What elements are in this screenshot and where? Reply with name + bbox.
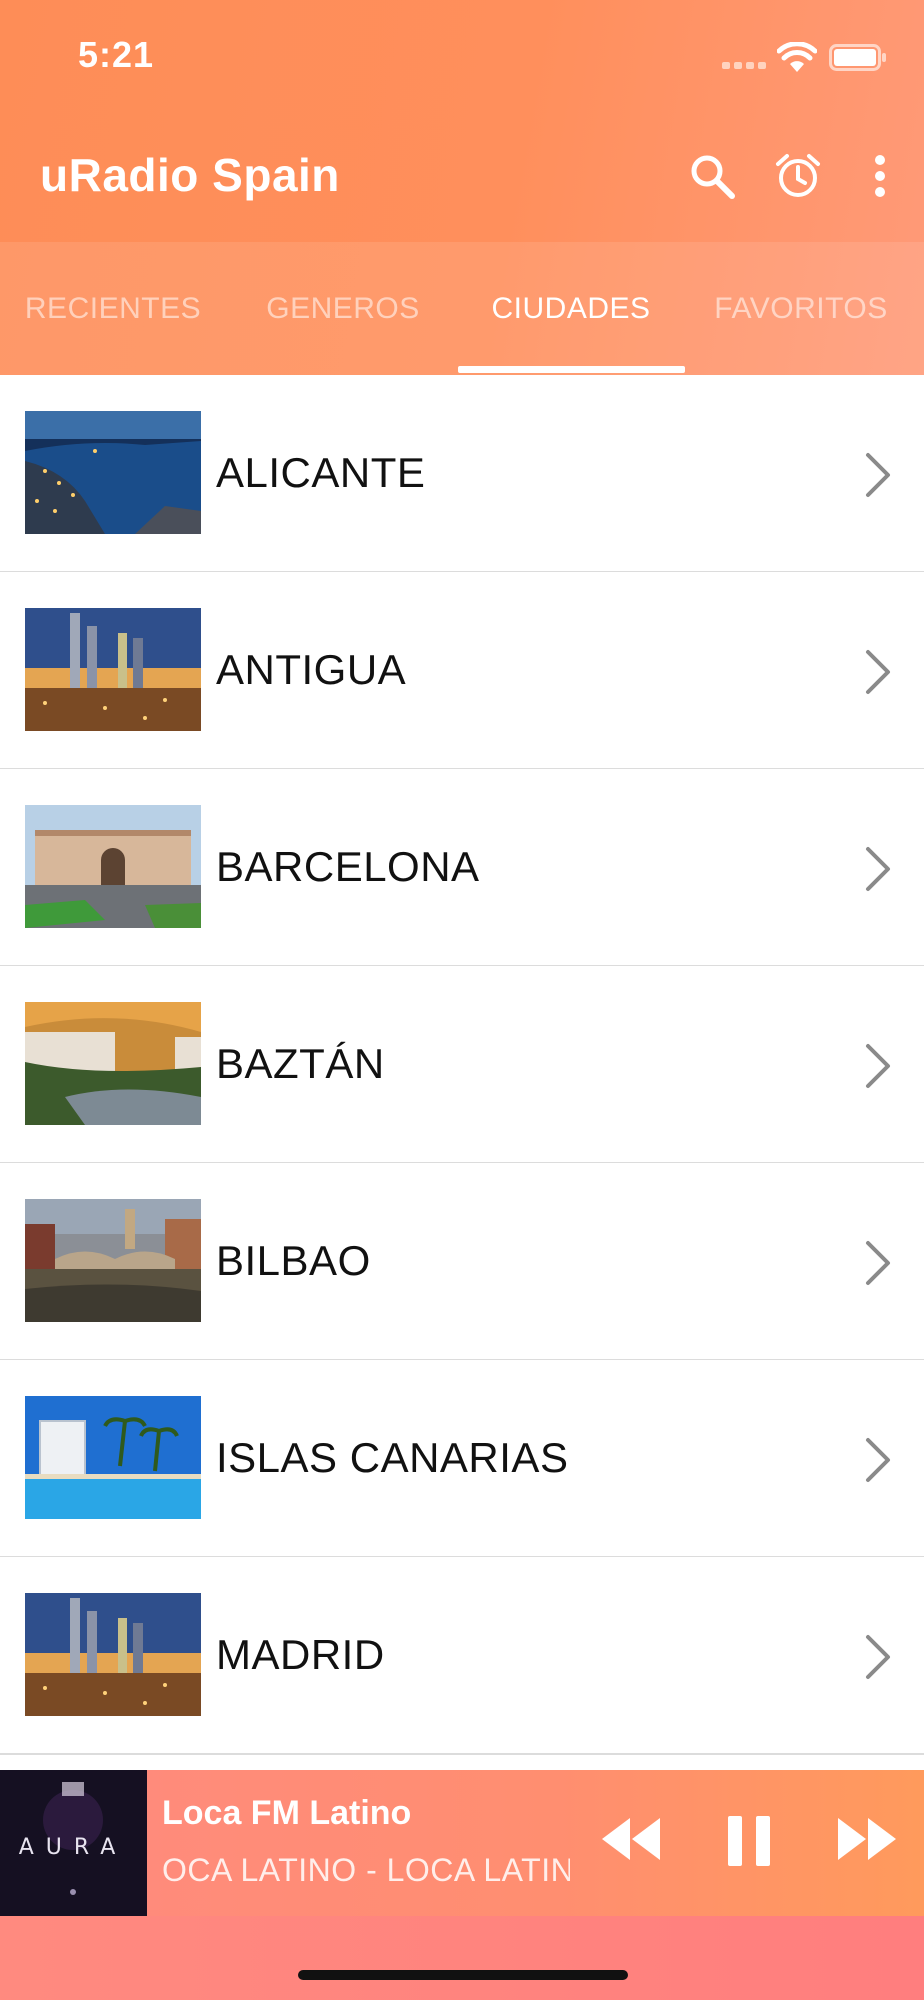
rewind-icon[interactable] xyxy=(600,1814,662,1864)
tab-bar: RECIENTES GENEROS CIUDADES FAVORITOS xyxy=(0,242,924,375)
chevron-right-icon xyxy=(866,847,890,891)
list-item-madrid[interactable]: MADRID xyxy=(0,1557,924,1755)
fast-forward-icon[interactable] xyxy=(836,1814,898,1864)
city-thumbnail xyxy=(25,608,201,731)
list-item-islas-canarias[interactable]: ISLAS CANARIAS xyxy=(0,1360,924,1558)
city-thumbnail xyxy=(25,1593,201,1716)
search-icon[interactable] xyxy=(688,152,736,200)
list-item-bilbao[interactable]: BILBAO xyxy=(0,1163,924,1361)
city-name: BILBAO xyxy=(216,1237,371,1284)
chevron-right-icon xyxy=(866,1438,890,1482)
city-thumbnail xyxy=(25,1396,201,1519)
status-bar: 5:21 xyxy=(0,0,924,110)
city-name: MADRID xyxy=(216,1631,385,1678)
city-name: ANTIGUA xyxy=(216,646,407,693)
home-indicator[interactable] xyxy=(298,1970,628,1980)
app-title: uRadio Spain xyxy=(40,149,340,201)
city-thumbnail xyxy=(25,1199,201,1322)
city-thumbnail xyxy=(25,805,201,928)
bottom-safe-area xyxy=(0,1916,924,2000)
list-item-baztan[interactable]: BAZTÁN xyxy=(0,966,924,1164)
city-name: BARCELONA xyxy=(216,843,480,890)
wifi-icon xyxy=(777,42,817,72)
station-subtitle: OCA LATINO - LOCA LATINO xyxy=(162,1852,570,1888)
chevron-right-icon xyxy=(866,453,890,497)
tab-ciudades[interactable]: CIUDADES xyxy=(458,242,684,375)
city-list[interactable]: ALICANTE ANTIGUA BARCELONA BAZTÁN BILBAO… xyxy=(0,375,924,1770)
tab-favoritos[interactable]: FAVORITOS xyxy=(688,242,914,375)
now-playing-bar[interactable]: AURA Loca FM Latino OCA LATINO - LOCA LA… xyxy=(0,1770,924,1916)
chevron-right-icon xyxy=(866,650,890,694)
station-title: Loca FM Latino xyxy=(162,1794,412,1832)
alarm-clock-icon[interactable] xyxy=(774,152,822,200)
city-thumbnail xyxy=(25,1002,201,1125)
tab-recientes[interactable]: RECIENTES xyxy=(0,242,226,375)
status-time: 5:21 xyxy=(78,34,155,75)
list-item-antigua[interactable]: ANTIGUA xyxy=(0,572,924,770)
tab-generos[interactable]: GENEROS xyxy=(230,242,456,375)
chevron-right-icon xyxy=(866,1635,890,1679)
app-header: 5:21 uRadio Spain RECIENTES GENEROS CIUD… xyxy=(0,0,924,375)
chevron-right-icon xyxy=(866,1241,890,1285)
app-bar: uRadio Spain xyxy=(0,110,924,242)
pause-icon[interactable] xyxy=(726,1814,772,1868)
list-item-barcelona[interactable]: BARCELONA xyxy=(0,769,924,967)
city-thumbnail xyxy=(25,411,201,534)
city-name: BAZTÁN xyxy=(216,1040,385,1087)
station-artwork-logo: AURA xyxy=(19,1835,128,1860)
cellular-signal-icon xyxy=(722,62,768,70)
battery-icon xyxy=(829,44,886,71)
more-vert-icon[interactable] xyxy=(860,152,900,200)
city-name: ALICANTE xyxy=(216,449,426,496)
list-item-alicante[interactable]: ALICANTE xyxy=(0,375,924,573)
city-name: ISLAS CANARIAS xyxy=(216,1434,569,1481)
station-artwork: AURA xyxy=(0,1770,147,1916)
chevron-right-icon xyxy=(866,1044,890,1088)
active-tab-indicator xyxy=(458,366,685,373)
